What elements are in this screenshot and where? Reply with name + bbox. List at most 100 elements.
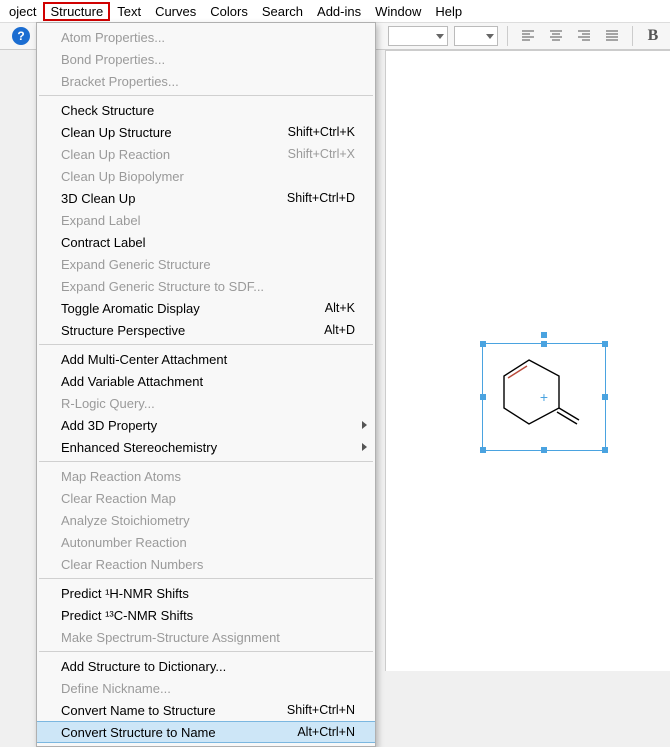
bold-button[interactable]: B	[642, 26, 664, 46]
menu-item-convert-name-to-structure[interactable]: Convert Name to StructureShift+Ctrl+N	[37, 699, 375, 721]
menu-item-convert-structure-to-name[interactable]: Convert Structure to NameAlt+Ctrl+N	[37, 721, 375, 743]
menu-item-shortcut: Shift+Ctrl+K	[278, 125, 355, 139]
menu-item-label: Bond Properties...	[61, 52, 355, 67]
menu-item-autonumber-reaction: Autonumber Reaction	[37, 531, 375, 553]
align-center-button[interactable]	[545, 26, 567, 46]
menu-item-label: Clean Up Reaction	[61, 147, 278, 162]
menu-item-label: Clean Up Structure	[61, 125, 278, 140]
structure-menu: Atom Properties... Bond Properties... Brac…	[36, 22, 376, 747]
drawing-canvas[interactable]: +	[385, 50, 670, 671]
menu-item-label: Add 3D Property	[61, 418, 355, 433]
menu-item-clear-reaction-numbers: Clear Reaction Numbers	[37, 553, 375, 575]
chevron-right-icon	[362, 421, 367, 429]
menu-item-label: Atom Properties...	[61, 30, 355, 45]
resize-handle[interactable]	[541, 447, 547, 453]
menu-item-label: Predict ¹³C-NMR Shifts	[61, 608, 355, 623]
chevron-down-icon	[486, 34, 494, 39]
menu-item-r-logic-query: R-Logic Query...	[37, 392, 375, 414]
chemical-structure[interactable]	[494, 352, 594, 442]
align-left-button[interactable]	[517, 26, 539, 46]
chevron-down-icon	[436, 34, 444, 39]
menu-item-label: Add Structure to Dictionary...	[61, 659, 355, 674]
menu-item-label: Toggle Aromatic Display	[61, 301, 315, 316]
menu-item-label: Expand Label	[61, 213, 355, 228]
menu-item-shortcut: Shift+Ctrl+N	[277, 703, 355, 717]
menu-item-add-structure-to-dictionary[interactable]: Add Structure to Dictionary...	[37, 655, 375, 677]
menu-item-label: Expand Generic Structure	[61, 257, 355, 272]
resize-handle[interactable]	[541, 341, 547, 347]
menu-item-label: R-Logic Query...	[61, 396, 355, 411]
menu-item-check-structure[interactable]: Check Structure	[37, 99, 375, 121]
menu-separator	[39, 578, 373, 579]
menu-separator	[39, 651, 373, 652]
menu-item-label: Bracket Properties...	[61, 74, 355, 89]
resize-handle[interactable]	[480, 394, 486, 400]
menu-item-shortcut: Alt+K	[315, 301, 355, 315]
help-icon[interactable]: ?	[12, 27, 30, 45]
menubar-item-text[interactable]: Text	[110, 2, 148, 21]
menubar-item-search[interactable]: Search	[255, 2, 310, 21]
menu-item-shortcut: Alt+Ctrl+N	[287, 725, 355, 739]
font-dropdown[interactable]	[388, 26, 448, 46]
menu-item-structure-perspective[interactable]: Structure PerspectiveAlt+D	[37, 319, 375, 341]
menu-item-map-reaction-atoms: Map Reaction Atoms	[37, 465, 375, 487]
menu-item-shortcut: Alt+D	[314, 323, 355, 337]
menu-item-label: Add Multi-Center Attachment	[61, 352, 355, 367]
menu-item-label: Predict ¹H-NMR Shifts	[61, 586, 355, 601]
menu-item-label: Convert Name to Structure	[61, 703, 277, 718]
menubar-item-help[interactable]: Help	[428, 2, 469, 21]
menubar-item-structure[interactable]: Structure	[43, 2, 110, 21]
menu-item-label: 3D Clean Up	[61, 191, 277, 206]
menubar: ojectStructureTextCurvesColorsSearchAdd-…	[0, 0, 670, 22]
align-justify-button[interactable]	[601, 26, 623, 46]
menu-item-add-variable-attachment[interactable]: Add Variable Attachment	[37, 370, 375, 392]
resize-handle[interactable]	[480, 447, 486, 453]
menu-item-label: Clean Up Biopolymer	[61, 169, 355, 184]
menu-item-clean-up-structure[interactable]: Clean Up StructureShift+Ctrl+K	[37, 121, 375, 143]
menu-item-label: Expand Generic Structure to SDF...	[61, 279, 355, 294]
menu-item-enhanced-stereochemistry[interactable]: Enhanced Stereochemistry	[37, 436, 375, 458]
menu-separator	[39, 344, 373, 345]
align-right-button[interactable]	[573, 26, 595, 46]
menu-item-label: Define Nickname...	[61, 681, 355, 696]
menu-item-shortcut: Shift+Ctrl+D	[277, 191, 355, 205]
menu-item-clear-reaction-map: Clear Reaction Map	[37, 487, 375, 509]
menu-item-label: Enhanced Stereochemistry	[61, 440, 355, 455]
resize-handle[interactable]	[480, 341, 486, 347]
menubar-item-window[interactable]: Window	[368, 2, 428, 21]
menu-item-clean-up-biopolymer: Clean Up Biopolymer	[37, 165, 375, 187]
menu-item-predict-h-nmr-shifts[interactable]: Predict ¹H-NMR Shifts	[37, 582, 375, 604]
menu-item-label: Map Reaction Atoms	[61, 469, 355, 484]
menu-item-make-spectrum-structure-assignment: Make Spectrum-Structure Assignment	[37, 626, 375, 648]
menubar-item-addins[interactable]: Add-ins	[310, 2, 368, 21]
menubar-item-colors[interactable]: Colors	[203, 2, 255, 21]
menu-item-label: Clear Reaction Numbers	[61, 557, 355, 572]
menubar-item-curves[interactable]: Curves	[148, 2, 203, 21]
menu-separator	[39, 461, 373, 462]
menu-item-label: Make Spectrum-Structure Assignment	[61, 630, 355, 645]
menu-item-label: Contract Label	[61, 235, 355, 250]
menu-item-label: Structure Perspective	[61, 323, 314, 338]
menu-separator	[39, 95, 373, 96]
menu-item-bracket-properties: Bracket Properties...	[37, 70, 375, 92]
menubar-item-oject[interactable]: oject	[2, 2, 43, 21]
menu-item-add-multi-center-attachment[interactable]: Add Multi-Center Attachment	[37, 348, 375, 370]
menu-item-expand-label: Expand Label	[37, 209, 375, 231]
size-dropdown[interactable]	[454, 26, 498, 46]
resize-handle[interactable]	[602, 447, 608, 453]
menu-item-contract-label[interactable]: Contract Label	[37, 231, 375, 253]
menu-item-3d-clean-up[interactable]: 3D Clean UpShift+Ctrl+D	[37, 187, 375, 209]
menu-item-define-nickname: Define Nickname...	[37, 677, 375, 699]
selection-box[interactable]: +	[482, 343, 606, 451]
rotate-handle[interactable]	[541, 332, 547, 338]
menu-item-label: Clear Reaction Map	[61, 491, 355, 506]
menu-item-add-3d-property[interactable]: Add 3D Property	[37, 414, 375, 436]
resize-handle[interactable]	[602, 394, 608, 400]
menu-item-label: Autonumber Reaction	[61, 535, 355, 550]
menu-item-label: Check Structure	[61, 103, 355, 118]
menu-item-atom-properties: Atom Properties...	[37, 26, 375, 48]
menu-item-predict-c-nmr-shifts[interactable]: Predict ¹³C-NMR Shifts	[37, 604, 375, 626]
menu-item-bond-properties: Bond Properties...	[37, 48, 375, 70]
resize-handle[interactable]	[602, 341, 608, 347]
menu-item-toggle-aromatic-display[interactable]: Toggle Aromatic DisplayAlt+K	[37, 297, 375, 319]
